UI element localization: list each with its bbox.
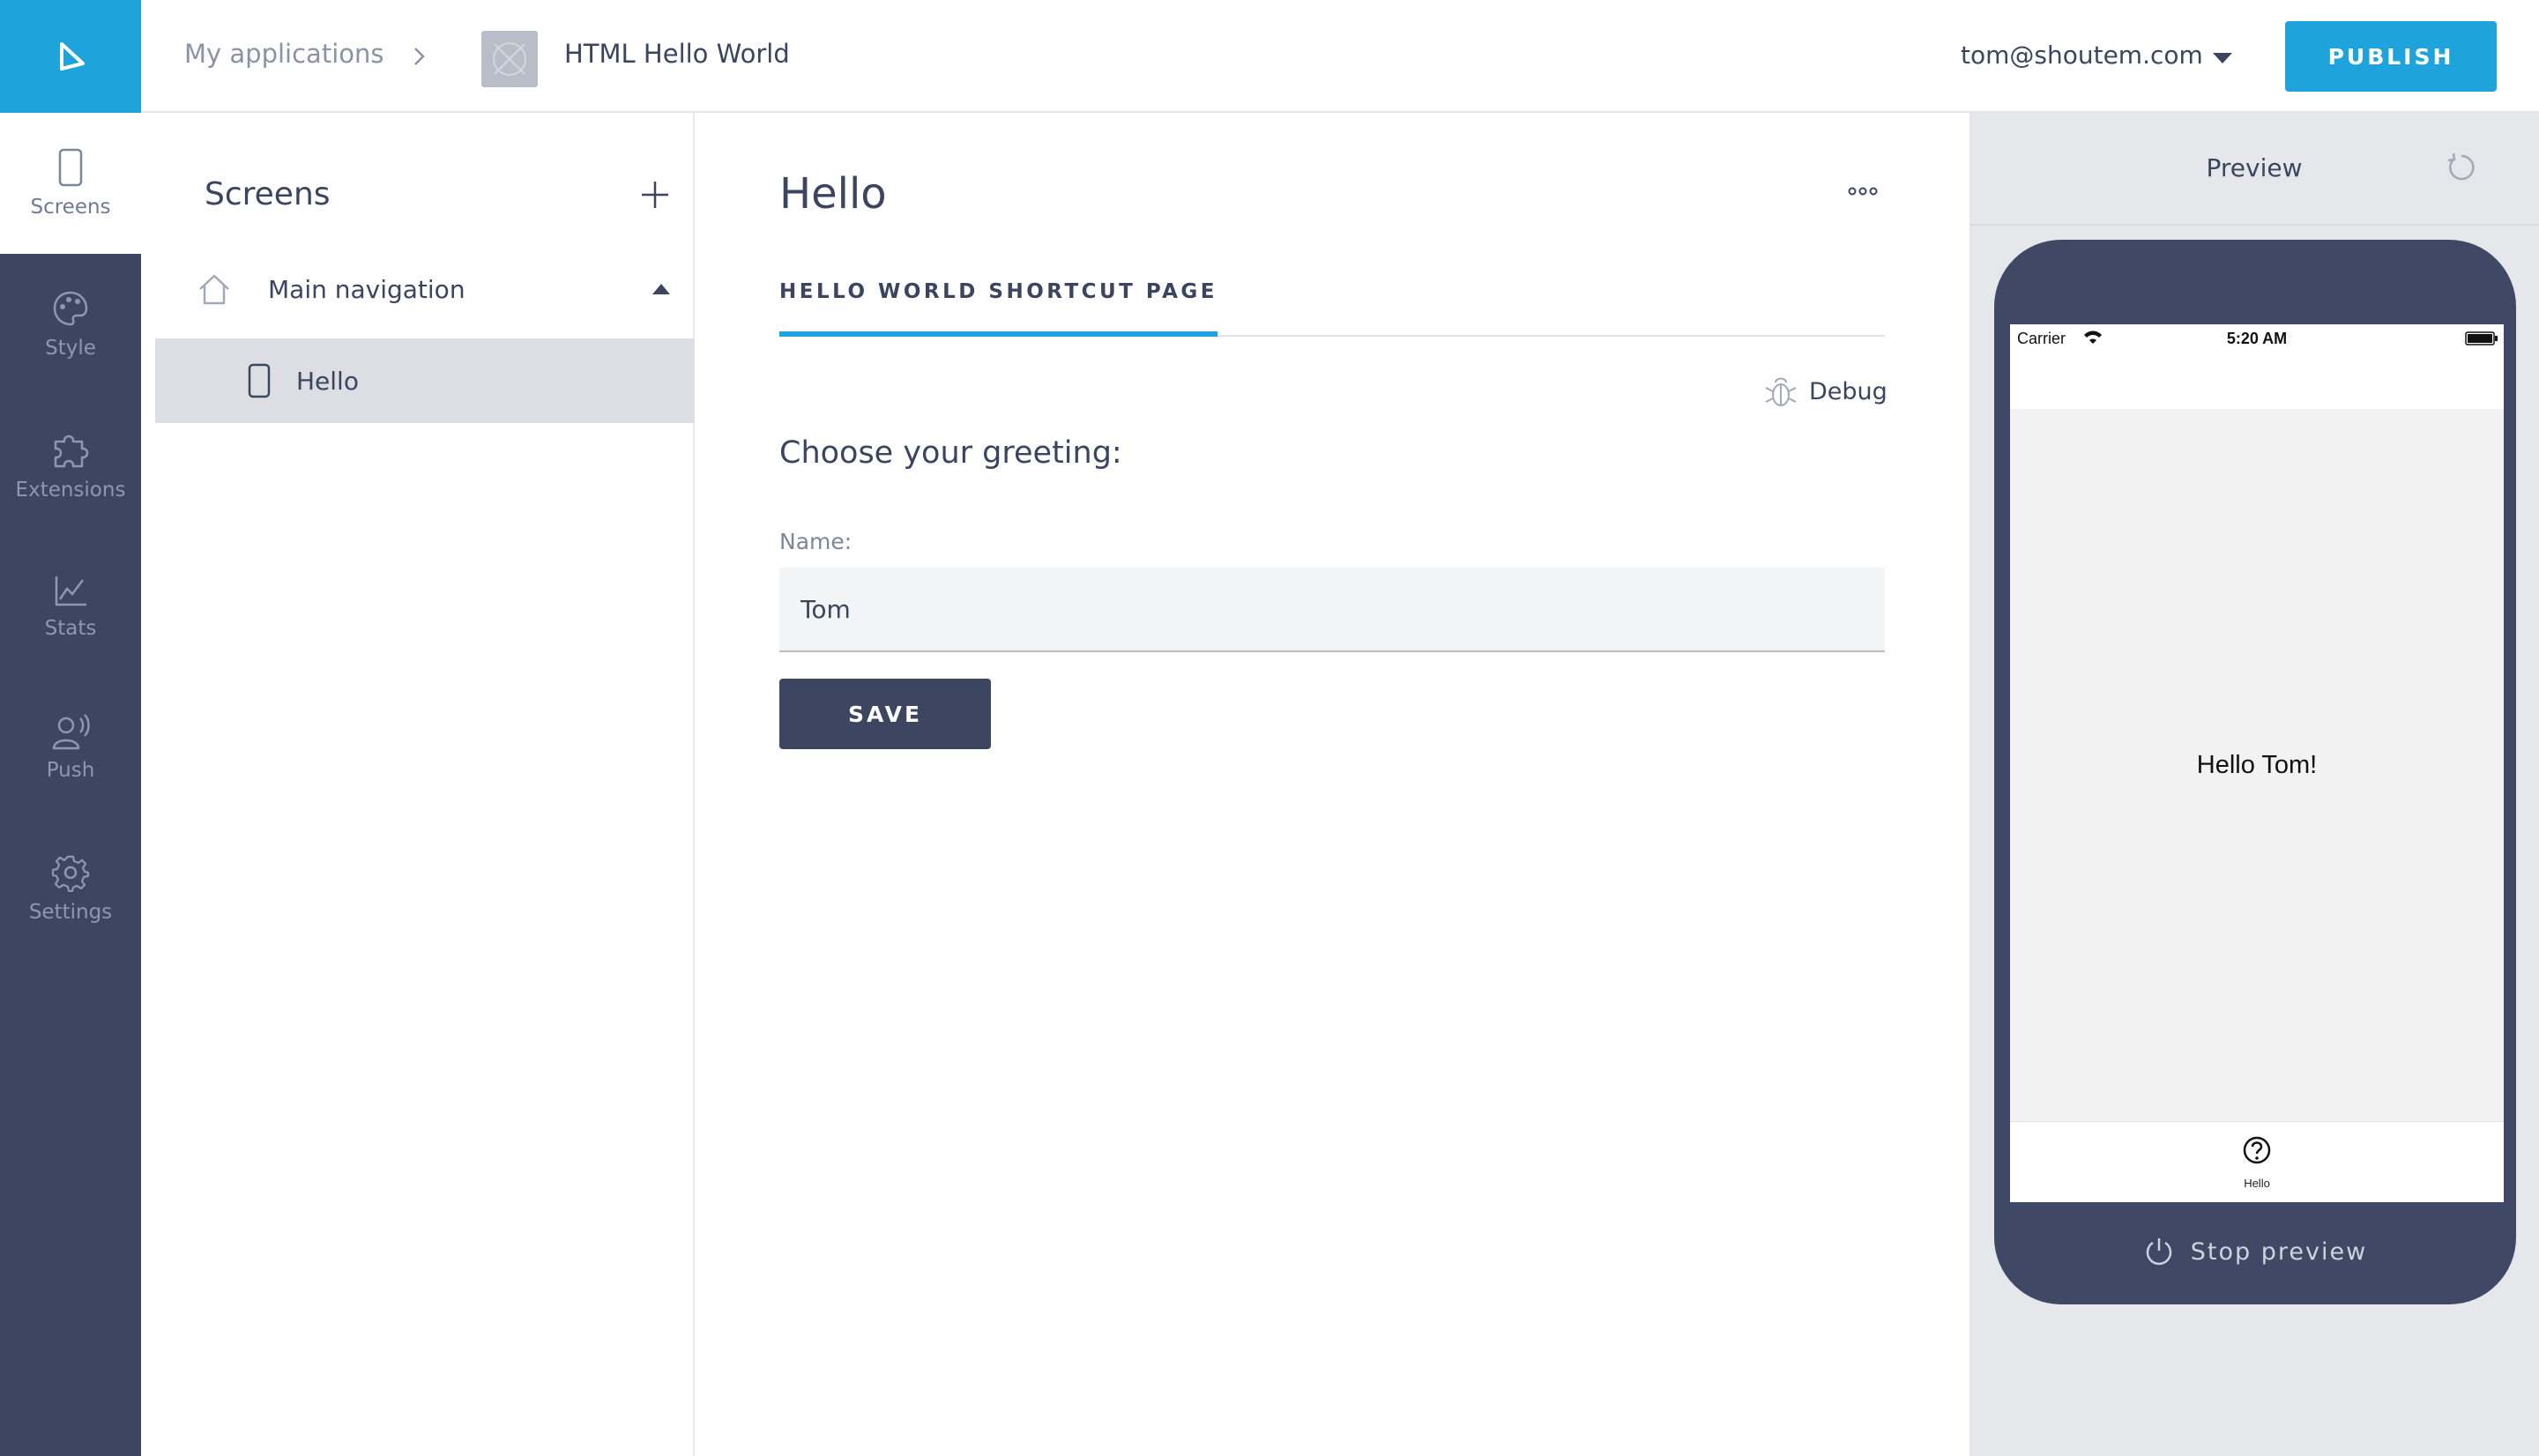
stop-preview-label: Stop preview bbox=[2190, 1237, 2368, 1266]
puzzle-icon bbox=[54, 435, 89, 468]
rail-label: Screens bbox=[30, 196, 111, 219]
rail-item-screens[interactable]: Screens bbox=[0, 113, 141, 254]
palette-icon bbox=[53, 291, 88, 326]
caret-down-icon[interactable] bbox=[2213, 53, 2232, 63]
rail-label: Stats bbox=[44, 617, 97, 640]
phone-icon bbox=[248, 363, 271, 398]
add-screen-icon[interactable] bbox=[640, 180, 670, 210]
preview-header: Preview bbox=[1969, 113, 2539, 226]
left-rail: Screens Style Extensions Stats Push Sett… bbox=[0, 0, 141, 1456]
name-field[interactable] bbox=[779, 568, 1885, 652]
tab-hello-world-shortcut-page[interactable]: HELLO WORLD SHORTCUT PAGE bbox=[779, 277, 1218, 337]
debug-label: Debug bbox=[1809, 377, 1887, 405]
phone-icon bbox=[58, 148, 83, 187]
device-time: 5:20 AM bbox=[2226, 330, 2288, 347]
bug-icon bbox=[1765, 377, 1797, 406]
screens-panel: Screens Main navigation Hello bbox=[141, 113, 695, 1456]
rail-label: Style bbox=[45, 337, 96, 360]
device-frame: Carrier 5:20 AM Hello Tom! Hello Stop pr… bbox=[1994, 240, 2516, 1304]
rail-label: Push bbox=[46, 759, 95, 782]
device-status-bar: Carrier 5:20 AM bbox=[2010, 324, 2504, 409]
name-label: Name: bbox=[779, 529, 853, 554]
page-title: Hello bbox=[779, 169, 887, 219]
power-icon bbox=[2146, 1238, 2171, 1266]
device-screen: Carrier 5:20 AM Hello Tom! Hello bbox=[2010, 324, 2504, 1202]
battery-icon bbox=[2465, 331, 2498, 345]
help-icon[interactable] bbox=[2241, 1134, 2273, 1166]
app-placeholder-icon bbox=[493, 42, 526, 76]
stop-preview-button[interactable]: Stop preview bbox=[1994, 1236, 2516, 1267]
rail-label: Extensions bbox=[15, 479, 126, 501]
debug-button[interactable]: Debug bbox=[1763, 374, 1887, 409]
push-icon bbox=[52, 714, 90, 750]
screen-editor: Hello HELLO WORLD SHORTCUT PAGE Debug Ch… bbox=[696, 113, 1969, 1456]
save-button[interactable]: SAVE bbox=[779, 679, 991, 749]
screen-label: Hello bbox=[296, 367, 359, 396]
app-logo[interactable] bbox=[0, 0, 141, 113]
rail-item-stats[interactable]: Stats bbox=[0, 536, 141, 677]
logo-icon bbox=[60, 42, 85, 71]
rail-item-push[interactable]: Push bbox=[0, 677, 141, 818]
main-navigation-item[interactable]: Main navigation bbox=[155, 259, 695, 323]
gear-icon bbox=[51, 855, 90, 892]
top-bar: My applications HTML Hello World tom@sho… bbox=[141, 0, 2539, 113]
breadcrumb-my-applications[interactable]: My applications bbox=[184, 39, 383, 69]
rail-item-style[interactable]: Style bbox=[0, 254, 141, 395]
app-title: HTML Hello World bbox=[564, 39, 790, 69]
main-navigation-label: Main navigation bbox=[268, 275, 465, 304]
caret-up-icon[interactable] bbox=[652, 284, 670, 294]
app-thumbnail bbox=[481, 31, 538, 87]
screens-title: Screens bbox=[205, 176, 331, 212]
publish-button[interactable]: PUBLISH bbox=[2285, 21, 2497, 92]
rail-label: Settings bbox=[28, 901, 113, 924]
device-tab-label: Hello bbox=[2244, 1177, 2270, 1190]
chart-icon bbox=[55, 576, 86, 606]
greeting-heading: Choose your greeting: bbox=[779, 435, 1122, 471]
device-hello-text: Hello Tom! bbox=[2196, 751, 2318, 779]
user-menu[interactable]: tom@shoutem.com bbox=[1961, 41, 2203, 70]
home-icon bbox=[199, 274, 229, 305]
refresh-icon[interactable] bbox=[2446, 152, 2477, 183]
screen-item-hello[interactable]: Hello bbox=[155, 338, 695, 423]
more-options-icon[interactable] bbox=[1848, 185, 1878, 197]
tab-bar: HELLO WORLD SHORTCUT PAGE bbox=[779, 277, 1885, 337]
preview-panel: Preview Carrier 5:20 AM Hello Tom! Hello… bbox=[1969, 113, 2539, 1456]
rail-item-settings[interactable]: Settings bbox=[0, 818, 141, 959]
chevron-right-icon bbox=[414, 48, 425, 65]
device-tab-bar: Hello bbox=[2010, 1121, 2504, 1202]
rail-item-extensions[interactable]: Extensions bbox=[0, 395, 141, 536]
